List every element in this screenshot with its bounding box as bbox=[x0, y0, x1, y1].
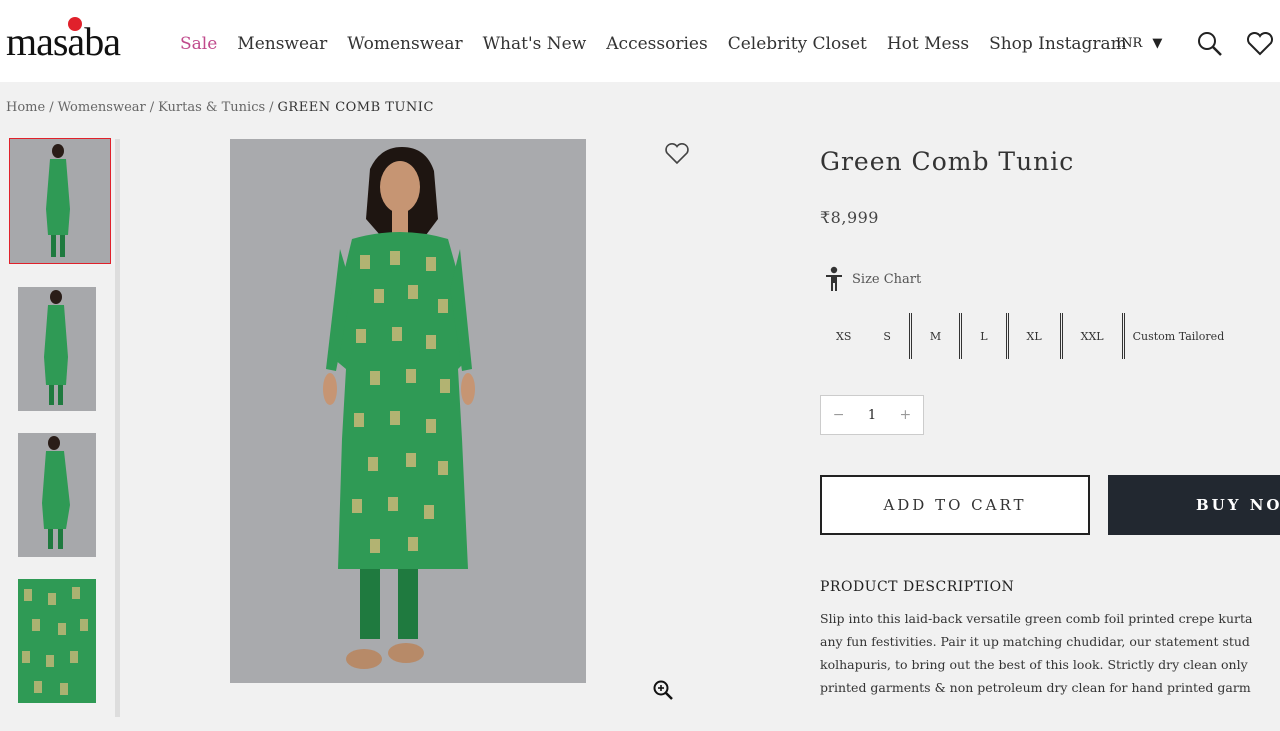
thumbnail-3[interactable] bbox=[18, 433, 96, 557]
thumbnail-2[interactable] bbox=[18, 287, 96, 411]
thumbnail-1[interactable] bbox=[9, 138, 111, 264]
nav-hot-mess[interactable]: Hot Mess bbox=[887, 34, 969, 54]
size-option-l[interactable]: L bbox=[962, 313, 1009, 359]
caret-down-icon: ▼ bbox=[1152, 36, 1163, 51]
currency-selector[interactable]: INR ▼ bbox=[1116, 36, 1162, 51]
nav-celebrity-closet[interactable]: Celebrity Closet bbox=[728, 34, 867, 54]
currency-label: INR bbox=[1116, 36, 1143, 51]
increase-quantity-button[interactable]: + bbox=[900, 407, 912, 423]
logo-dot bbox=[68, 17, 82, 31]
product-price: ₹8,999 bbox=[820, 208, 879, 227]
breadcrumb-womenswear[interactable]: Womenswear bbox=[58, 100, 146, 115]
person-icon bbox=[826, 266, 842, 291]
description-heading: PRODUCT DESCRIPTION bbox=[820, 579, 1015, 595]
size-option-custom-tailored[interactable]: Custom Tailored bbox=[1125, 313, 1233, 359]
main-nav: Sale Menswear Womenswear What's New Acce… bbox=[180, 34, 1127, 54]
wishlist-heart-icon[interactable] bbox=[1246, 32, 1274, 56]
nav-accessories[interactable]: Accessories bbox=[606, 34, 707, 54]
size-option-m[interactable]: M bbox=[912, 313, 963, 359]
size-option-xxl[interactable]: XXL bbox=[1063, 313, 1125, 359]
nav-menswear[interactable]: Menswear bbox=[237, 34, 327, 54]
size-selector: XS S M L XL XXL Custom Tailored bbox=[822, 313, 1232, 359]
breadcrumb-kurtas[interactable]: Kurtas & Tunics bbox=[158, 100, 265, 115]
nav-sale[interactable]: Sale bbox=[180, 34, 217, 54]
nav-whats-new[interactable]: What's New bbox=[483, 34, 587, 54]
size-chart-label: Size Chart bbox=[852, 271, 922, 287]
description-line: kolhapuris, to bring out the best of thi… bbox=[820, 657, 1248, 672]
breadcrumb: Home / Womenswear / Kurtas & Tunics / GREEN… bbox=[6, 100, 434, 115]
quantity-stepper: − 1 + bbox=[820, 395, 924, 435]
size-option-xl[interactable]: XL bbox=[1009, 313, 1063, 359]
nav-shop-instagram[interactable]: Shop Instagram bbox=[989, 34, 1127, 54]
thumbnail-4[interactable] bbox=[18, 579, 96, 703]
search-icon[interactable] bbox=[1196, 30, 1224, 58]
size-chart-link[interactable]: Size Chart bbox=[824, 266, 921, 292]
description-line: printed garments & non petroleum dry cle… bbox=[820, 680, 1251, 695]
quantity-value[interactable]: 1 bbox=[868, 408, 876, 423]
masaba-logo[interactable]: masaba bbox=[6, 18, 121, 65]
add-to-wishlist-heart-icon[interactable] bbox=[664, 142, 690, 166]
main-product-image[interactable] bbox=[230, 139, 586, 683]
nav-womenswear[interactable]: Womenswear bbox=[347, 34, 462, 54]
decrease-quantity-button[interactable]: − bbox=[833, 407, 845, 423]
add-to-cart-button[interactable]: ADD TO CART bbox=[820, 475, 1090, 535]
buy-now-button[interactable]: BUY NOW bbox=[1108, 475, 1280, 535]
breadcrumb-home[interactable]: Home bbox=[6, 100, 45, 115]
product-description: Slip into this laid-back versatile green… bbox=[820, 607, 1280, 703]
thumbnail-strip bbox=[6, 138, 120, 717]
site-header: masaba Sale Menswear Womenswear What's N… bbox=[0, 0, 1280, 82]
size-option-s[interactable]: S bbox=[865, 313, 912, 359]
description-line: any fun festivities. Pair it up matching… bbox=[820, 634, 1250, 649]
zoom-icon[interactable] bbox=[652, 679, 674, 701]
description-line: Slip into this laid-back versatile green… bbox=[820, 611, 1253, 626]
size-option-xs[interactable]: XS bbox=[822, 313, 865, 359]
breadcrumb-current: GREEN COMB TUNIC bbox=[277, 100, 434, 115]
product-title: Green Comb Tunic bbox=[820, 147, 1075, 176]
